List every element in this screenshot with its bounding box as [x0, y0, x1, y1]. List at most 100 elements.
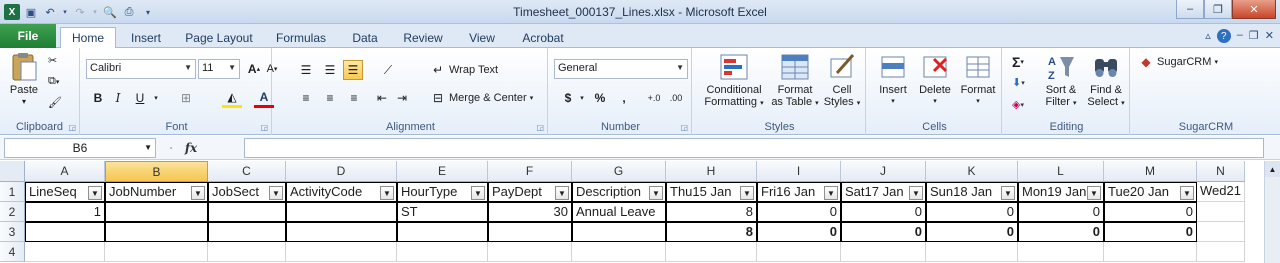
- cell-i4[interactable]: [757, 242, 841, 262]
- italic-icon[interactable]: I: [108, 88, 128, 108]
- filter-dropdown-icon[interactable]: ▼: [269, 186, 283, 200]
- cell-h1[interactable]: Thu15 Jan ▼: [666, 182, 757, 202]
- cell-n1[interactable]: Wed21 Ja: [1197, 182, 1245, 202]
- bold-icon[interactable]: B: [88, 88, 108, 108]
- column-header-l[interactable]: L: [1018, 161, 1104, 182]
- filter-dropdown-icon[interactable]: ▼: [380, 186, 394, 200]
- tab-home[interactable]: Home: [60, 27, 116, 48]
- cell-h4[interactable]: [666, 242, 757, 262]
- sugarcrm-button[interactable]: ◆ SugarCRM ▾: [1138, 54, 1218, 70]
- cell-e4[interactable]: [397, 242, 488, 262]
- cell-b1[interactable]: JobNumber ▼: [105, 182, 208, 202]
- align-bottom-icon[interactable]: ☰: [343, 60, 363, 80]
- tab-view[interactable]: View: [460, 28, 504, 48]
- cell-a3[interactable]: [25, 222, 105, 242]
- cell-k1[interactable]: Sun18 Jan ▼: [926, 182, 1018, 202]
- tab-formulas[interactable]: Formulas: [270, 28, 332, 48]
- cell-g1[interactable]: Description ▼: [572, 182, 666, 202]
- row-header-1[interactable]: 1: [0, 182, 25, 202]
- cell-i2[interactable]: 0: [757, 202, 841, 222]
- cell-j2[interactable]: 0: [841, 202, 926, 222]
- filter-dropdown-icon[interactable]: ▼: [1087, 186, 1101, 200]
- row-header-3[interactable]: 3: [0, 222, 25, 242]
- align-middle-icon[interactable]: ☰: [320, 60, 340, 80]
- row-header-2[interactable]: 2: [0, 202, 25, 222]
- find-select-button[interactable]: Find & Select ▾: [1084, 52, 1128, 110]
- cell-d4[interactable]: [286, 242, 397, 262]
- cell-m3[interactable]: 0: [1104, 222, 1197, 242]
- align-right-icon[interactable]: ≡: [344, 88, 364, 108]
- cell-c3[interactable]: [208, 222, 286, 242]
- cell-h2[interactable]: 8: [666, 202, 757, 222]
- close-button[interactable]: ✕: [1232, 0, 1276, 19]
- underline-dropdown-icon[interactable]: ▾: [146, 88, 166, 108]
- filter-dropdown-icon[interactable]: ▼: [191, 186, 205, 200]
- cell-g4[interactable]: [572, 242, 666, 262]
- currency-dropdown-icon[interactable]: ▾: [572, 88, 592, 108]
- increase-indent-icon[interactable]: ⇥: [392, 88, 412, 108]
- cell-f3[interactable]: [488, 222, 572, 242]
- fill-color-icon[interactable]: ◭: [222, 88, 242, 108]
- cell-m2[interactable]: 0: [1104, 202, 1197, 222]
- fill-icon[interactable]: ⬇ ▾: [1012, 76, 1025, 89]
- cell-b4[interactable]: [105, 242, 208, 262]
- column-header-j[interactable]: J: [841, 161, 926, 182]
- cell-e3[interactable]: [397, 222, 488, 242]
- cell-d2[interactable]: [286, 202, 397, 222]
- formula-input[interactable]: [244, 138, 1264, 158]
- decrease-decimal-icon[interactable]: .00: [666, 88, 686, 108]
- column-header-n[interactable]: N: [1197, 161, 1245, 182]
- align-top-icon[interactable]: ☰: [296, 60, 316, 80]
- cell-b2[interactable]: [105, 202, 208, 222]
- conditional-formatting-button[interactable]: Conditional Formatting ▾: [698, 52, 770, 110]
- align-left-icon[interactable]: ≡: [296, 88, 316, 108]
- column-header-b[interactable]: B: [105, 161, 208, 182]
- cell-m1[interactable]: Tue20 Jan ▼: [1104, 182, 1197, 202]
- tab-page-layout[interactable]: Page Layout: [180, 28, 258, 48]
- scroll-up-icon[interactable]: ▲: [1265, 161, 1280, 177]
- cell-f2[interactable]: 30: [488, 202, 572, 222]
- column-header-a[interactable]: A: [25, 161, 105, 182]
- filter-dropdown-icon[interactable]: ▼: [1001, 186, 1015, 200]
- filter-dropdown-icon[interactable]: ▼: [740, 186, 754, 200]
- column-header-h[interactable]: H: [666, 161, 757, 182]
- cell-b3[interactable]: [105, 222, 208, 242]
- cell-d3[interactable]: [286, 222, 397, 242]
- insert-cells-button[interactable]: Insert ▾: [872, 52, 914, 108]
- cut-icon[interactable]: ✂: [48, 54, 57, 67]
- number-format-combo[interactable]: General ▼: [554, 59, 688, 79]
- doc-restore-icon[interactable]: ❐: [1249, 29, 1259, 43]
- cell-m4[interactable]: [1104, 242, 1197, 262]
- merge-center-button[interactable]: ⊟ Merge & Center ▾: [430, 90, 533, 106]
- format-as-table-button[interactable]: Format as Table ▾: [770, 52, 820, 110]
- tab-data[interactable]: Data: [345, 28, 385, 48]
- insert-function-button[interactable]: fx: [185, 141, 197, 155]
- cell-i3[interactable]: 0: [757, 222, 841, 242]
- font-launcher-icon[interactable]: ◲: [260, 123, 268, 132]
- cell-n3[interactable]: [1197, 222, 1245, 242]
- doc-close-icon[interactable]: ✕: [1265, 29, 1274, 43]
- cell-l2[interactable]: 0: [1018, 202, 1104, 222]
- filter-dropdown-icon[interactable]: ▼: [649, 186, 663, 200]
- delete-cells-button[interactable]: Delete ▾: [914, 52, 956, 108]
- alignment-launcher-icon[interactable]: ◲: [536, 123, 544, 132]
- copy-icon[interactable]: ⧉ ▾: [48, 75, 59, 88]
- font-size-combo[interactable]: 11 ▼: [198, 59, 240, 79]
- cell-f1[interactable]: PayDept ▼: [488, 182, 572, 202]
- filter-dropdown-icon[interactable]: ▼: [909, 186, 923, 200]
- restore-button[interactable]: ❐: [1204, 0, 1232, 19]
- font-name-combo[interactable]: Calibri ▼: [86, 59, 196, 79]
- tab-review[interactable]: Review: [397, 28, 449, 48]
- column-header-i[interactable]: I: [757, 161, 841, 182]
- sort-filter-button[interactable]: AZ Sort & Filter ▾: [1040, 52, 1082, 110]
- cell-c1[interactable]: JobSect ▼: [208, 182, 286, 202]
- cell-j4[interactable]: [841, 242, 926, 262]
- column-header-g[interactable]: G: [572, 161, 666, 182]
- cell-g2[interactable]: Annual Leave: [572, 202, 666, 222]
- cell-i1[interactable]: Fri16 Jan ▼: [757, 182, 841, 202]
- autosum-icon[interactable]: Σ ▾: [1012, 54, 1024, 70]
- increase-decimal-icon[interactable]: +.0: [644, 88, 664, 108]
- comma-icon[interactable]: ,: [614, 88, 634, 108]
- paste-button[interactable]: Paste ▾: [4, 52, 44, 108]
- vertical-scrollbar[interactable]: ▲: [1264, 161, 1280, 263]
